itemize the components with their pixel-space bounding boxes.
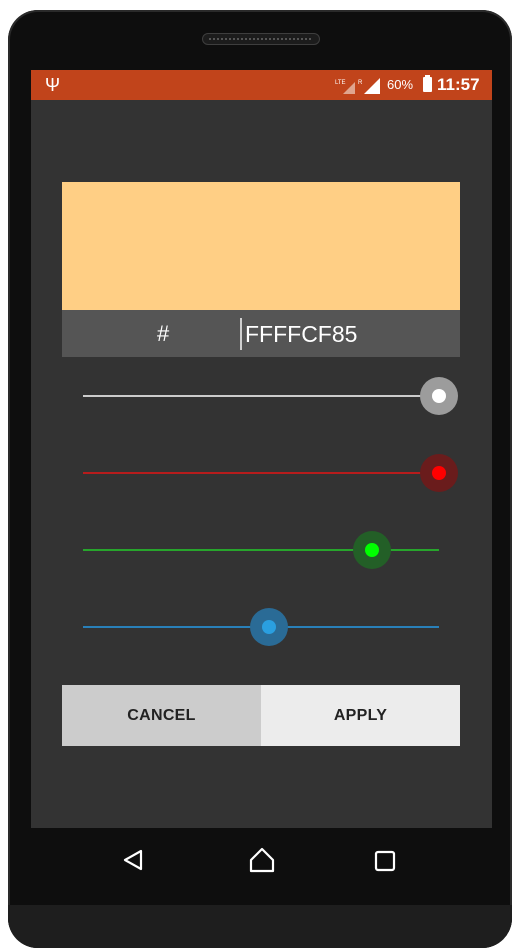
red-slider-knob[interactable]: [432, 466, 446, 480]
red-slider-track[interactable]: [83, 472, 439, 474]
alpha-slider[interactable]: [83, 372, 458, 420]
cancel-button[interactable]: CANCEL: [62, 685, 261, 746]
back-icon[interactable]: [121, 848, 145, 877]
cell-signal-icon: R: [358, 78, 380, 94]
green-slider-thumb[interactable]: [353, 531, 391, 569]
blue-slider[interactable]: [83, 603, 439, 651]
battery-percent: 60%: [387, 77, 414, 92]
alpha-slider-knob[interactable]: [432, 389, 446, 403]
green-slider[interactable]: [83, 526, 439, 574]
hex-bar: #: [62, 310, 460, 357]
hex-input[interactable]: [240, 318, 440, 350]
blue-slider-thumb[interactable]: [250, 608, 288, 646]
earpiece-speaker: [202, 33, 320, 45]
lte-label: LTE: [335, 80, 346, 86]
usb-icon: Ψ: [45, 75, 61, 95]
hash-label: #: [157, 321, 170, 346]
apply-button[interactable]: APPLY: [261, 685, 460, 746]
alpha-slider-thumb[interactable]: [420, 377, 458, 415]
green-slider-knob[interactable]: [365, 543, 379, 557]
status-bar: Ψ LTE R 60% 11:57: [31, 70, 492, 100]
color-preview: [62, 182, 460, 310]
home-icon[interactable]: [248, 846, 276, 879]
red-slider-thumb[interactable]: [420, 454, 458, 492]
battery-icon: [423, 75, 432, 92]
clock: 11:57: [437, 75, 480, 94]
alpha-slider-track[interactable]: [83, 395, 439, 397]
roaming-label: R: [358, 80, 363, 86]
red-slider[interactable]: [83, 449, 458, 497]
screen: Ψ LTE R 60% 11:57 # CANCEL APPLY: [31, 70, 492, 828]
blue-slider-knob[interactable]: [262, 620, 276, 634]
recents-icon[interactable]: [374, 850, 396, 877]
lte-signal-icon: LTE: [335, 80, 355, 94]
phone-chin: [8, 905, 512, 948]
